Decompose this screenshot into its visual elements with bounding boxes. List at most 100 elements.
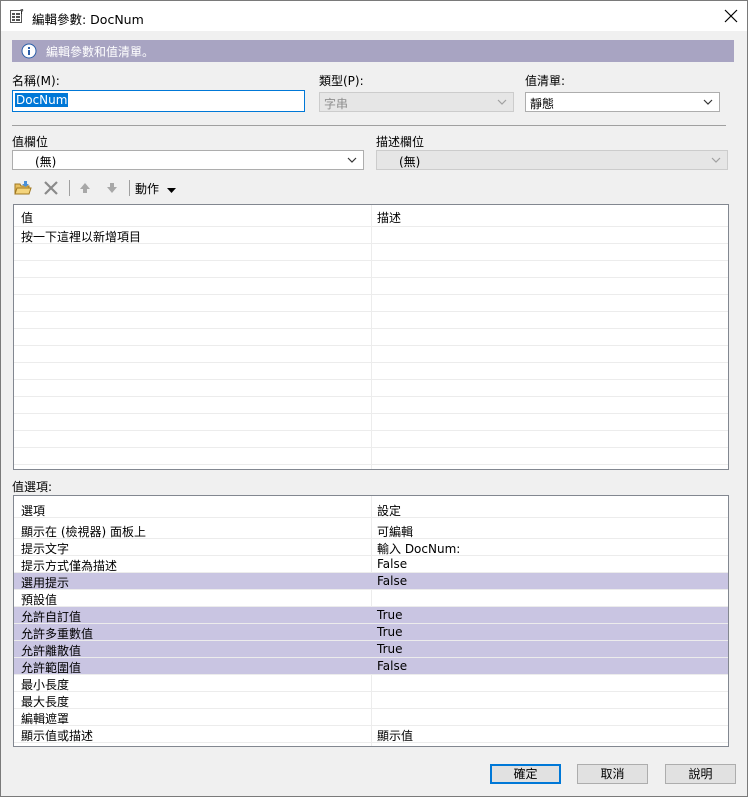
values-table[interactable]: 值 描述 按一下這裡以新增項目 [13, 204, 729, 470]
table-row[interactable] [14, 397, 728, 414]
table-row[interactable]: 選用提示 False [14, 573, 728, 590]
table-row[interactable]: 編輯遮罩 [14, 709, 728, 726]
option-name: 允許多重數值 [21, 627, 94, 641]
svg-text:?: ? [20, 8, 24, 16]
column-header-setting: 設定 [377, 504, 402, 518]
info-text: 編輯參數和值清單。 [46, 45, 155, 59]
option-name: 最小長度 [21, 678, 70, 692]
table-row[interactable] [14, 278, 728, 295]
option-name: 允許離散值 [21, 644, 82, 658]
table-row[interactable]: 最大長度 [14, 692, 728, 709]
table-header-row: 選項 設定 [14, 496, 728, 518]
window-title: 編輯參數: DocNum [32, 12, 144, 27]
open-folder-icon[interactable] [13, 178, 33, 198]
table-row[interactable] [14, 380, 728, 397]
dialog-window: ? 編輯參數: DocNum 編輯參數和值清單。 名稱(M): DocNum 類… [0, 0, 748, 797]
column-header-description: 描述 [377, 211, 402, 225]
option-setting[interactable]: True [377, 625, 403, 639]
desc-field-select-value: (無) [399, 155, 421, 169]
name-label: 名稱(M): [12, 74, 60, 88]
desc-field-select: (無) [376, 150, 728, 170]
value-field-select[interactable]: (無) [12, 150, 364, 170]
value-field-label: 值欄位 [12, 135, 49, 149]
option-name: 允許範圍值 [21, 661, 82, 675]
delete-icon[interactable] [41, 178, 61, 198]
cancel-button[interactable]: 取消 [577, 764, 648, 784]
option-setting[interactable]: 輸入 DocNum: [377, 540, 460, 557]
option-name: 最大長度 [21, 695, 70, 709]
option-name: 編輯遮罩 [21, 712, 70, 726]
option-setting[interactable]: True [377, 608, 403, 622]
options-table[interactable]: 選項 設定 顯示在 (檢視器) 面板上 可編輯 提示文字 輸入 DocNum: 提示方式… [13, 495, 729, 747]
table-row[interactable]: 預設值 [14, 590, 728, 607]
option-name: 提示文字 [21, 542, 70, 556]
divider [12, 125, 726, 126]
info-banner: 編輯參數和值清單。 [12, 40, 734, 62]
options-label: 值選項: [12, 480, 53, 494]
close-icon[interactable] [719, 4, 743, 28]
table-row[interactable] [14, 295, 728, 312]
chevron-down-icon [711, 157, 721, 163]
table-row[interactable]: 允許範圍值 False [14, 658, 728, 675]
table-row[interactable] [14, 414, 728, 431]
ok-button[interactable]: 確定 [490, 764, 561, 784]
option-setting[interactable]: False [377, 557, 407, 571]
move-up-icon[interactable] [75, 178, 95, 198]
option-setting[interactable]: False [377, 574, 407, 588]
table-row[interactable]: 允許多重數值 True [14, 624, 728, 641]
column-header-value: 值 [21, 211, 34, 225]
table-row[interactable] [14, 363, 728, 380]
caret-down-icon [166, 188, 176, 193]
option-setting[interactable]: 可編輯 [377, 523, 413, 540]
table-row[interactable] [14, 431, 728, 448]
option-setting[interactable]: True [377, 642, 403, 656]
option-name: 預設值 [21, 593, 58, 607]
action-menu-button[interactable]: 動作 [135, 180, 176, 197]
type-select-value: 字串 [324, 97, 349, 111]
table-row[interactable]: 允許離散值 True [14, 641, 728, 658]
info-icon [21, 43, 37, 59]
table-row[interactable]: 允許自訂值 True [14, 607, 728, 624]
option-name: 選用提示 [21, 576, 70, 590]
move-down-icon[interactable] [102, 178, 122, 198]
type-select: 字串 [319, 92, 514, 112]
option-setting[interactable]: 顯示值 [377, 727, 413, 744]
add-item-placeholder: 按一下這裡以新增項目 [21, 230, 142, 244]
value-list-label: 值清單: [525, 74, 566, 88]
value-list-select-value: 靜態 [530, 97, 555, 111]
option-name: 顯示值或描述 [21, 729, 94, 743]
table-row[interactable] [14, 312, 728, 329]
option-setting[interactable]: False [377, 659, 407, 673]
toolbar-divider [69, 180, 70, 196]
table-row[interactable] [14, 346, 728, 363]
chevron-down-icon [703, 99, 713, 105]
table-header-row: 值 描述 [14, 205, 728, 227]
table-row[interactable]: 提示方式僅為描述 False [14, 556, 728, 573]
table-row[interactable] [14, 261, 728, 278]
option-name: 提示方式僅為描述 [21, 559, 118, 573]
chevron-down-icon [497, 99, 507, 105]
table-row[interactable] [14, 448, 728, 465]
table-row[interactable] [14, 244, 728, 261]
add-item-row[interactable]: 按一下這裡以新增項目 [14, 227, 728, 244]
option-name: 顯示在 (檢視器) 面板上 [21, 525, 146, 539]
table-row[interactable] [14, 329, 728, 346]
chevron-down-icon [347, 157, 357, 163]
help-button[interactable]: 說明 [665, 764, 736, 784]
parameter-icon: ? [10, 8, 24, 23]
name-input[interactable]: DocNum [12, 90, 305, 112]
option-name: 允許自訂值 [21, 610, 82, 624]
title-bar: ? 編輯參數: DocNum [1, 1, 747, 31]
value-list-select[interactable]: 靜態 [525, 92, 720, 112]
action-menu-label: 動作 [135, 182, 160, 196]
toolbar-divider [129, 180, 130, 196]
table-row[interactable]: 顯示值或描述 顯示值 [14, 726, 728, 743]
desc-field-label: 描述欄位 [376, 135, 425, 149]
column-header-option: 選項 [21, 504, 46, 518]
table-row[interactable]: 最小長度 [14, 675, 728, 692]
value-field-select-value: (無) [35, 155, 57, 169]
name-input-value: DocNum [15, 93, 69, 107]
type-label: 類型(P): [319, 74, 364, 88]
table-row[interactable]: 提示文字 輸入 DocNum: [14, 539, 728, 556]
table-row[interactable]: 顯示在 (檢視器) 面板上 可編輯 [14, 522, 728, 539]
